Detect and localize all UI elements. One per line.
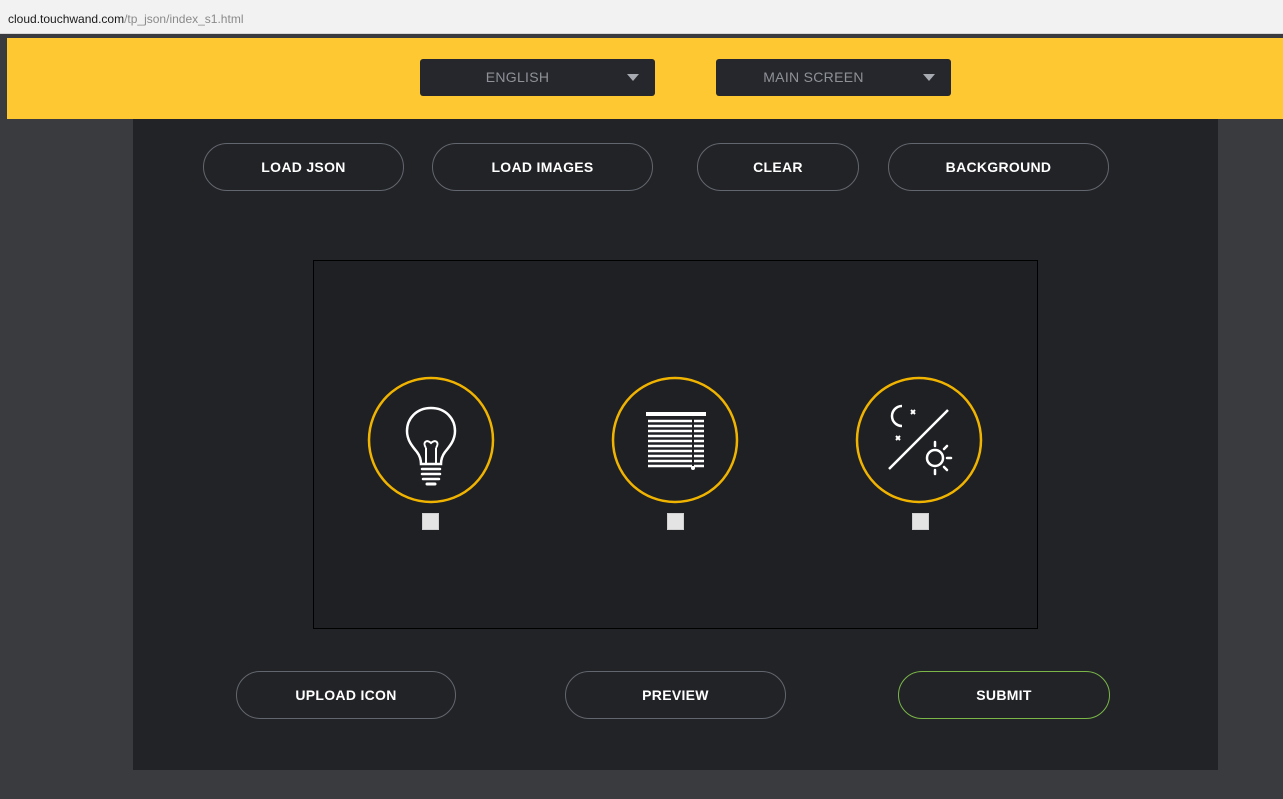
load-images-button[interactable]: LOAD IMAGES bbox=[432, 143, 653, 191]
submit-button[interactable]: SUBMIT bbox=[898, 671, 1110, 719]
load-json-button[interactable]: LOAD JSON bbox=[203, 143, 404, 191]
upload-icon-button[interactable]: UPLOAD ICON bbox=[236, 671, 456, 719]
blinds-device-checkbox[interactable] bbox=[667, 513, 684, 530]
day-night-icon bbox=[855, 376, 983, 504]
light-bulb-icon bbox=[367, 376, 495, 504]
url-host: cloud.touchwand.com bbox=[8, 12, 125, 26]
day-night-device-checkbox[interactable] bbox=[912, 513, 929, 530]
day-night-device[interactable] bbox=[855, 376, 983, 504]
url-path: /tp_json/index_s1.html bbox=[124, 12, 244, 26]
address-bar[interactable]: cloud.touchwand.com/tp_json/index_s1.htm… bbox=[0, 0, 1283, 34]
chevron-down-icon bbox=[627, 74, 639, 81]
screen-select-value: MAIN SCREEN bbox=[763, 69, 864, 85]
window-blinds-icon bbox=[611, 376, 739, 504]
screen-select[interactable]: MAIN SCREEN bbox=[716, 59, 951, 96]
blinds-device[interactable] bbox=[611, 376, 739, 504]
language-select-value: ENGLISH bbox=[485, 69, 550, 85]
light-device[interactable] bbox=[367, 376, 495, 504]
clear-button[interactable]: CLEAR bbox=[697, 143, 859, 191]
light-device-checkbox[interactable] bbox=[422, 513, 439, 530]
url-text[interactable]: cloud.touchwand.com/tp_json/index_s1.htm… bbox=[8, 12, 243, 26]
language-select[interactable]: ENGLISH bbox=[420, 59, 655, 96]
chevron-down-icon bbox=[923, 74, 935, 81]
preview-button[interactable]: PREVIEW bbox=[565, 671, 786, 719]
background-button[interactable]: BACKGROUND bbox=[888, 143, 1109, 191]
